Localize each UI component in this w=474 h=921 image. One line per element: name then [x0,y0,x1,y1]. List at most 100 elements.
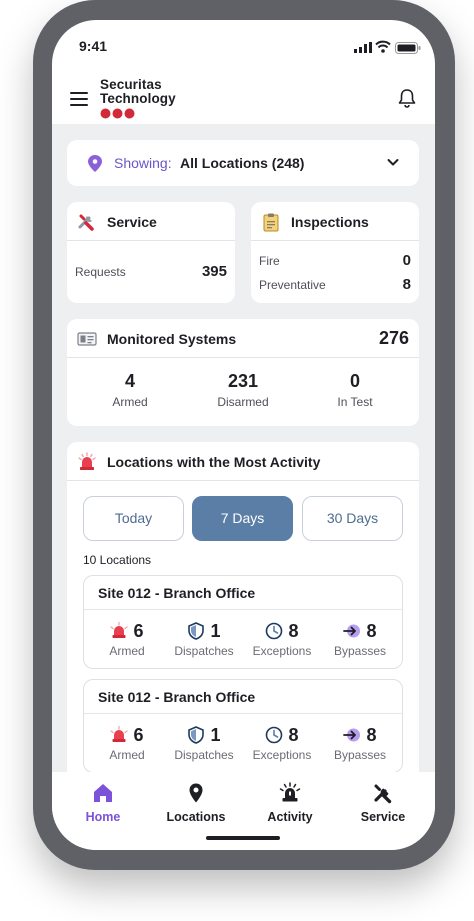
in-test-stat: 0 In Test [300,371,410,409]
armed-value: 4 [124,371,135,391]
app-header: Securitas Technology [52,70,435,124]
status-bar: 9:41 [52,20,435,70]
siren-icon [110,726,129,742]
site-armed-stat: 6 Armed [87,620,167,659]
disarmed-label: Disarmed [217,395,269,409]
armed-stat: 4 Armed [75,371,185,409]
location-filter-dropdown[interactable]: Showing: All Locations (248) [67,140,419,186]
fire-value: 0 [402,252,411,269]
site-dispatches-value: 1 [210,724,221,745]
location-pin-icon [88,155,102,172]
alarm-light-icon [279,782,301,802]
nav-locations-label: Locations [166,810,226,824]
site-dispatches-stat: 1 Dispatches [164,620,244,659]
wifi-icon [375,40,391,53]
battery-icon [395,42,421,54]
fire-label: Fire [259,254,280,268]
siren-icon [110,622,129,638]
activity-card: Locations with the Most Activity Today 7… [67,442,419,782]
site-dispatches-label: Dispatches [174,748,234,762]
monitored-systems-total: 276 [378,328,409,348]
site-dispatches-value: 1 [210,620,221,641]
brand-line-2: Technology [100,91,176,106]
site-title: Site 012 - Branch Office [98,689,256,705]
inspections-card-header: Inspections [251,202,419,241]
site-card[interactable]: Site 012 - Branch Office 6 Armed 1 Dispa… [83,679,403,773]
shield-icon [188,622,205,640]
in-test-label: In Test [337,395,373,409]
nav-home[interactable]: Home [63,782,143,824]
site-dispatches-label: Dispatches [174,644,234,658]
divider [84,609,402,610]
monitored-systems-header: Monitored Systems 276 [67,319,419,358]
control-panel-icon [77,332,97,346]
nav-home-label: Home [85,810,121,824]
nav-service[interactable]: Service [343,782,423,824]
alarm-light-icon [78,452,96,470]
site-exceptions-stat: 8 Exceptions [242,620,322,659]
requests-value: 395 [201,263,227,280]
tools-icon [374,784,392,804]
nav-activity[interactable]: Activity [250,782,330,824]
site-bypasses-label: Bypasses [333,748,387,762]
preventative-label: Preventative [259,278,326,292]
service-card[interactable]: Service Requests 395 [67,202,235,303]
disarmed-stat: 231 Disarmed [188,371,298,409]
preventative-value: 8 [402,276,411,293]
inspections-card[interactable]: Inspections Fire 0 Preventative 8 [251,202,419,303]
menu-icon[interactable] [70,92,88,106]
status-time: 9:41 [79,38,108,54]
tab-today[interactable]: Today [83,496,184,541]
requests-label: Requests [75,265,126,279]
in-test-value: 0 [349,371,360,391]
brand-dots-icon [100,108,135,119]
home-indicator [206,836,280,840]
activity-header: Locations with the Most Activity [67,442,419,481]
location-pin-icon [189,783,203,803]
app-screen: 9:41 Securitas Technology Showing: All L… [52,20,435,850]
dashboard-content: Showing: All Locations (248) Service Req… [52,124,435,782]
site-dispatches-stat: 1 Dispatches [164,724,244,763]
service-card-header: Service [67,202,235,241]
nav-activity-label: Activity [267,810,313,824]
showing-label: Showing: [114,155,172,171]
bypass-icon [343,728,361,742]
site-card[interactable]: Site 012 - Branch Office 6 Armed 1 Dispa… [83,575,403,669]
site-bypasses-value: 8 [366,724,377,745]
bell-icon[interactable] [398,88,416,108]
monitored-systems-card[interactable]: Monitored Systems 276 4 Armed 231 Disarm… [67,319,419,426]
site-exceptions-value: 8 [288,620,299,641]
showing-value: All Locations (248) [180,155,305,171]
tab-7-days[interactable]: 7 Days [192,496,293,541]
shield-icon [188,726,205,744]
site-exceptions-stat: 8 Exceptions [242,724,322,763]
clock-icon [266,622,283,640]
site-armed-value: 6 [133,724,144,745]
site-armed-stat: 6 Armed [87,724,167,763]
inspections-title: Inspections [291,214,369,230]
site-armed-label: Armed [109,748,145,762]
signal-icon [354,42,372,53]
brand-logo: Securitas Technology [100,78,176,106]
site-bypasses-stat: 8 Bypasses [320,620,400,659]
home-icon [94,784,112,802]
site-armed-label: Armed [109,644,145,658]
site-armed-value: 6 [133,620,144,641]
locations-count: 10 Locations [83,553,152,567]
activity-title: Locations with the Most Activity [107,454,321,470]
site-title: Site 012 - Branch Office [98,585,256,601]
chevron-down-icon [387,159,399,166]
clock-icon [266,726,283,744]
bypass-icon [343,624,361,638]
site-exceptions-label: Exceptions [252,644,312,658]
nav-locations[interactable]: Locations [156,782,236,824]
armed-label: Armed [112,395,148,409]
nav-service-label: Service [360,810,406,824]
clipboard-icon [263,213,279,232]
tab-30-days[interactable]: 30 Days [302,496,403,541]
site-bypasses-label: Bypasses [333,644,387,658]
disarmed-value: 231 [227,371,259,391]
site-bypasses-value: 8 [366,620,377,641]
site-exceptions-value: 8 [288,724,299,745]
site-bypasses-stat: 8 Bypasses [320,724,400,763]
